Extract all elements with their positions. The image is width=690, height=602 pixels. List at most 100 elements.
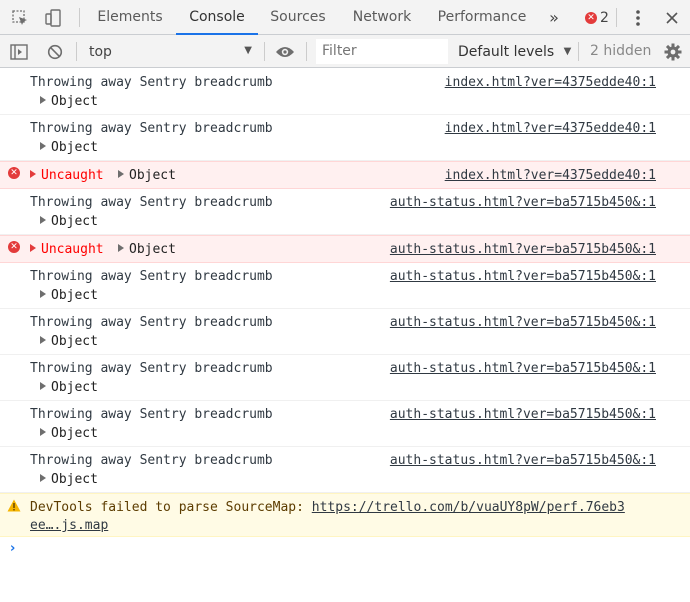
eye-icon[interactable] bbox=[272, 35, 298, 68]
message-text: Throwing away Sentry breadcrumb bbox=[30, 361, 273, 376]
console-message: Throwing away Sentry breadcrumb auth-sta… bbox=[0, 309, 690, 355]
object-expander[interactable]: Object bbox=[40, 140, 98, 155]
object-label: Object bbox=[129, 242, 176, 257]
devtools-tabbar: Elements Console Sources Network Perform… bbox=[0, 0, 690, 35]
console-error: ✕ Uncaught Object index.html?ver=4375edd… bbox=[0, 161, 690, 189]
message-text: Throwing away Sentry breadcrumb bbox=[30, 75, 273, 90]
source-link[interactable]: index.html?ver=4375edde40:1 bbox=[445, 121, 656, 136]
clear-console-icon[interactable] bbox=[44, 35, 66, 68]
source-link[interactable]: auth-status.html?ver=ba5715b450&:1 bbox=[390, 453, 656, 468]
tab-console[interactable]: Console bbox=[176, 0, 258, 35]
error-counter[interactable]: ✕ 2 bbox=[582, 0, 612, 35]
object-label: Object bbox=[51, 288, 98, 303]
message-text: Throwing away Sentry breadcrumb bbox=[30, 269, 273, 284]
source-link[interactable]: auth-status.html?ver=ba5715b450&:1 bbox=[390, 269, 656, 284]
source-link[interactable]: auth-status.html?ver=ba5715b450&:1 bbox=[390, 407, 656, 422]
console-message: Throwing away Sentry breadcrumb auth-sta… bbox=[0, 355, 690, 401]
tab-network[interactable]: Network bbox=[342, 0, 422, 35]
object-label: Object bbox=[51, 380, 98, 395]
source-link[interactable]: auth-status.html?ver=ba5715b450&:1 bbox=[390, 195, 656, 210]
warning-text: DevTools failed to parse SourceMap: bbox=[30, 500, 312, 515]
context-selector[interactable]: top ▼ bbox=[82, 38, 258, 65]
inspect-element-icon[interactable] bbox=[8, 0, 32, 35]
error-expander[interactable]: Uncaught bbox=[30, 168, 104, 183]
object-expander[interactable]: Object bbox=[40, 214, 98, 229]
object-expander[interactable]: Object bbox=[40, 288, 98, 303]
expand-triangle-icon bbox=[30, 170, 36, 178]
tab-sources[interactable]: Sources bbox=[262, 0, 334, 35]
sidebar-toggle-icon[interactable] bbox=[8, 35, 30, 68]
object-label: Object bbox=[51, 334, 98, 349]
divider bbox=[76, 42, 77, 61]
error-count: 2 bbox=[600, 9, 609, 26]
message-text: Throwing away Sentry breadcrumb bbox=[30, 121, 273, 136]
expand-triangle-icon bbox=[40, 216, 46, 224]
source-link[interactable]: index.html?ver=4375edde40:1 bbox=[445, 75, 656, 90]
expand-triangle-icon bbox=[30, 244, 36, 252]
expand-triangle-icon bbox=[40, 142, 46, 150]
error-text: Uncaught bbox=[41, 168, 104, 183]
gear-icon[interactable] bbox=[662, 35, 684, 68]
object-label: Object bbox=[51, 140, 98, 155]
expand-triangle-icon bbox=[40, 96, 46, 104]
expand-triangle-icon bbox=[118, 244, 124, 252]
warning-message: DevTools failed to parse SourceMap: http… bbox=[30, 500, 625, 515]
object-expander[interactable]: Object bbox=[40, 380, 98, 395]
kebab-menu-icon[interactable] bbox=[628, 0, 648, 35]
expand-triangle-icon bbox=[40, 382, 46, 390]
filter-input[interactable] bbox=[316, 39, 448, 64]
expand-triangle-icon bbox=[40, 336, 46, 344]
object-label: Object bbox=[51, 94, 98, 109]
object-expander[interactable]: Object bbox=[118, 242, 176, 257]
message-text: Throwing away Sentry breadcrumb bbox=[30, 315, 273, 330]
error-icon: ✕ bbox=[8, 167, 20, 179]
sourcemap-link-continued[interactable]: ee….js.map bbox=[30, 518, 108, 533]
object-label: Object bbox=[51, 472, 98, 487]
context-value: top bbox=[89, 43, 112, 60]
console-message: Throwing away Sentry breadcrumb auth-sta… bbox=[0, 401, 690, 447]
expand-triangle-icon bbox=[40, 474, 46, 482]
object-expander[interactable]: Object bbox=[40, 334, 98, 349]
divider bbox=[616, 8, 617, 27]
console-message: Throwing away Sentry breadcrumb index.ht… bbox=[0, 115, 690, 161]
divider bbox=[578, 42, 579, 61]
source-link[interactable]: auth-status.html?ver=ba5715b450&:1 bbox=[390, 242, 656, 257]
console-warning: DevTools failed to parse SourceMap: http… bbox=[0, 493, 690, 537]
console-prompt[interactable]: › bbox=[0, 537, 690, 563]
object-label: Object bbox=[51, 214, 98, 229]
object-label: Object bbox=[129, 168, 176, 183]
divider bbox=[79, 8, 80, 27]
expand-triangle-icon bbox=[40, 428, 46, 436]
object-expander[interactable]: Object bbox=[40, 426, 98, 441]
close-icon[interactable] bbox=[662, 0, 682, 35]
caret-down-icon: ▼ bbox=[563, 46, 572, 57]
object-expander[interactable]: Object bbox=[40, 472, 98, 487]
source-link[interactable]: auth-status.html?ver=ba5715b450&:1 bbox=[390, 361, 656, 376]
error-icon: ✕ bbox=[8, 241, 20, 253]
double-chevron-right-icon[interactable]: » bbox=[544, 0, 564, 35]
warning-message-continued: ee….js.map bbox=[30, 518, 108, 533]
caret-down-icon: ▼ bbox=[244, 45, 252, 56]
sourcemap-link[interactable]: https://trello.com/b/vuaUY8pW/perf.76eb3 bbox=[312, 500, 625, 515]
console-message: Throwing away Sentry breadcrumb auth-sta… bbox=[0, 447, 690, 493]
tab-performance[interactable]: Performance bbox=[428, 0, 536, 35]
expand-triangle-icon bbox=[118, 170, 124, 178]
log-levels-dropdown[interactable]: Default levels ▼ bbox=[458, 39, 571, 64]
console-message: Throwing away Sentry breadcrumb auth-sta… bbox=[0, 263, 690, 309]
console-message: Throwing away Sentry breadcrumb index.ht… bbox=[0, 69, 690, 115]
object-label: Object bbox=[51, 426, 98, 441]
message-text: Throwing away Sentry breadcrumb bbox=[30, 453, 273, 468]
device-toolbar-icon[interactable] bbox=[42, 0, 66, 35]
source-link[interactable]: auth-status.html?ver=ba5715b450&:1 bbox=[390, 315, 656, 330]
log-levels-label: Default levels bbox=[458, 44, 555, 60]
hidden-count: 2 hidden bbox=[590, 43, 652, 59]
divider bbox=[264, 42, 265, 61]
message-text: Throwing away Sentry breadcrumb bbox=[30, 195, 273, 210]
tab-elements[interactable]: Elements bbox=[88, 0, 172, 35]
console-message: Throwing away Sentry breadcrumb auth-sta… bbox=[0, 189, 690, 235]
object-expander[interactable]: Object bbox=[118, 168, 176, 183]
error-expander[interactable]: Uncaught bbox=[30, 242, 104, 257]
source-link[interactable]: index.html?ver=4375edde40:1 bbox=[445, 168, 656, 183]
console-toolbar: top ▼ Default levels ▼ 2 hidden bbox=[0, 35, 690, 68]
object-expander[interactable]: Object bbox=[40, 94, 98, 109]
